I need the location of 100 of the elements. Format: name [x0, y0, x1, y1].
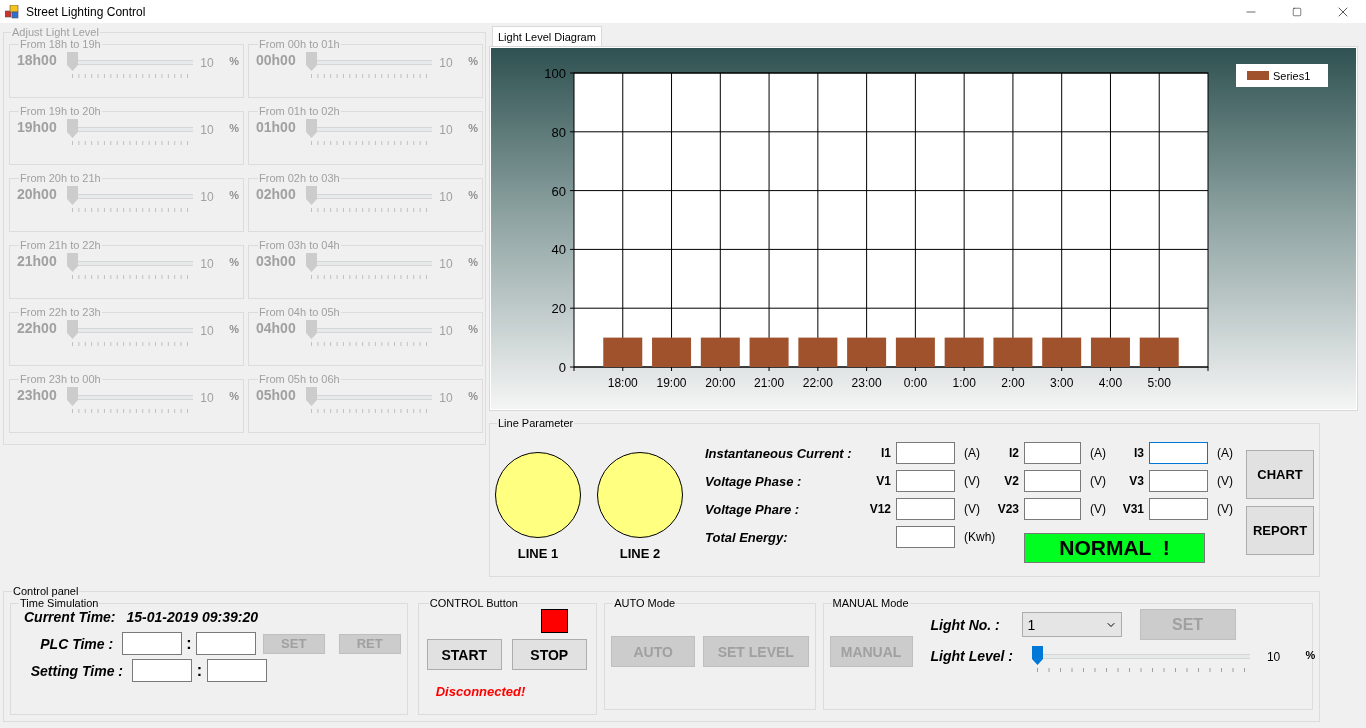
slot-title: From 20h to 21h: [19, 172, 102, 184]
slider-thumb[interactable]: [1031, 646, 1043, 665]
time-label: Setting Time :: [29, 662, 123, 679]
level-value: 10: [199, 257, 215, 271]
axis-tick-label: 22:00: [802, 376, 833, 390]
level-value: 10: [438, 123, 454, 137]
current-time-label: Current Time:: [24, 609, 116, 625]
input-field[interactable]: [1024, 442, 1081, 464]
group-title: MANUAL Mode: [831, 597, 910, 609]
parameter-name: I2: [1008, 446, 1020, 460]
unit-label: (V): [1089, 502, 1107, 516]
input-field[interactable]: [1149, 498, 1208, 520]
time-label: PLC Time :: [39, 635, 114, 652]
level-value: 10: [438, 391, 454, 405]
hour-label: 05h00: [256, 387, 297, 403]
axis-tick-label: 5:00: [1147, 376, 1171, 390]
input-field[interactable]: [896, 498, 955, 520]
unit-label: (V): [1089, 474, 1107, 488]
level-value: 10: [199, 56, 215, 70]
bar: [798, 337, 838, 367]
hour-label: 04h00: [256, 320, 297, 336]
axis-tick-label: 21:00: [754, 376, 785, 390]
unit-label: (V): [1216, 474, 1234, 488]
unit-label: %: [468, 122, 478, 134]
unit-label: %: [468, 256, 478, 268]
axis-tick-label: 40: [551, 242, 566, 258]
input-field[interactable]: [1024, 498, 1081, 520]
unit-label: %: [1305, 649, 1316, 661]
slot-title: From 23h to 00h: [19, 373, 102, 385]
status-display: NORMAL !: [1024, 533, 1205, 563]
unit-label: (V): [963, 502, 981, 516]
parameter-label: Total Energy:: [705, 529, 789, 545]
slot-title: From 19h to 20h: [19, 105, 102, 117]
parameter-name: I3: [1133, 446, 1145, 460]
unit-label: %: [229, 122, 239, 134]
slot-title: From 00h to 01h: [258, 38, 341, 50]
app-icon: [5, 4, 19, 19]
input-field[interactable]: [1149, 442, 1208, 464]
level-value: 10: [199, 391, 215, 405]
slot-title: From 02h to 03h: [258, 172, 341, 184]
bar: [603, 337, 643, 367]
slot-title: From 18h to 19h: [19, 38, 102, 50]
time-separator: :: [195, 661, 204, 680]
light-no-dropdown[interactable]: 1: [1021, 612, 1122, 637]
group-title: Control panel: [12, 585, 80, 597]
slot-title: From 22h to 23h: [19, 306, 102, 318]
hour-label: 18h00: [17, 52, 58, 68]
parameter-label: Voltage Phare :: [705, 501, 801, 517]
bar: [847, 337, 887, 367]
input-field[interactable]: [195, 632, 256, 655]
level-value: 10: [199, 123, 215, 137]
unit-label: %: [229, 390, 239, 402]
axis-tick-label: 20:00: [705, 376, 736, 390]
hour-label: 23h00: [17, 387, 58, 403]
bar: [993, 337, 1033, 367]
unit-label: %: [229, 55, 239, 67]
input-field[interactable]: [1024, 470, 1081, 492]
axis-tick-label: 0: [558, 360, 566, 375]
lamp-label: LINE 1: [517, 546, 559, 561]
input-field[interactable]: [1149, 470, 1208, 492]
axis-tick-label: 4:00: [1098, 376, 1123, 390]
level-value: 10: [438, 56, 454, 70]
parameter-name: V23: [996, 502, 1020, 516]
parameter-name: V12: [868, 502, 892, 516]
hour-label: 19h00: [17, 119, 58, 135]
slot-title: From 05h to 06h: [258, 373, 341, 385]
lamp-label: LINE 2: [619, 546, 661, 561]
button[interactable]: CHART: [1246, 450, 1314, 499]
current-time-value: 15-01-2019 09:39:20: [126, 609, 259, 625]
bar: [1042, 337, 1082, 367]
input-field[interactable]: [896, 526, 955, 548]
axis-tick-label: 100: [544, 66, 566, 81]
unit-label: %: [229, 189, 239, 201]
slot-title: From 01h to 02h: [258, 105, 341, 117]
unit-label: %: [468, 323, 478, 335]
level-value: 10: [199, 324, 215, 338]
button[interactable]: REPORT: [1246, 506, 1314, 555]
parameter-label: Instantaneous Current :: [705, 445, 853, 461]
input-field[interactable]: [207, 659, 267, 682]
legend-swatch: [1247, 71, 1269, 80]
button[interactable]: START: [426, 639, 502, 670]
group-title: Time Simulation: [19, 597, 100, 609]
level-value: 10: [1265, 650, 1282, 664]
input-field[interactable]: [122, 632, 183, 655]
slot-title: From 21h to 22h: [19, 239, 102, 251]
hour-label: 01h00: [256, 119, 297, 135]
legend-label: Series1: [1273, 70, 1311, 82]
input-field[interactable]: [896, 470, 955, 492]
hour-label: 22h00: [17, 320, 58, 336]
input-field[interactable]: [896, 442, 955, 464]
light-no-label: Light No. :: [930, 616, 1001, 633]
unit-label: (Kwh): [963, 530, 996, 544]
tab[interactable]: Light Level Diagram: [492, 26, 602, 46]
unit-label: %: [468, 390, 478, 402]
button[interactable]: STOP: [511, 639, 587, 670]
input-field[interactable]: [132, 659, 192, 682]
parameter-name: V1: [875, 474, 892, 488]
maximize-icon[interactable]: [1292, 6, 1302, 17]
level-value: 10: [438, 324, 454, 338]
hour-label: 00h00: [256, 52, 297, 68]
